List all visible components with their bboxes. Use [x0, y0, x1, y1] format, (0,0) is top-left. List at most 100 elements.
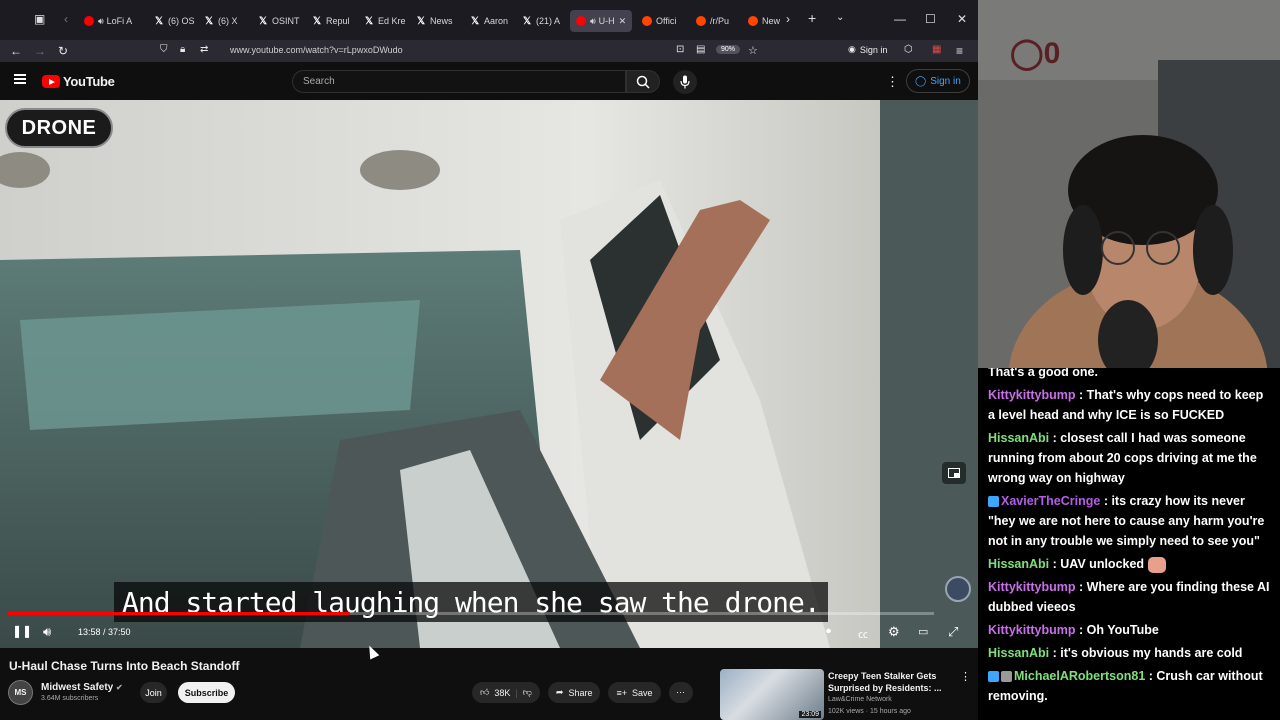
- recommended-video-title[interactable]: Creepy Teen Stalker Gets Surprised by Re…: [828, 670, 948, 694]
- pause-icon[interactable]: ❚❚: [12, 624, 32, 638]
- more-actions-icon[interactable]: ⋯: [668, 682, 693, 703]
- chat-username[interactable]: HissanAbi: [988, 557, 1049, 571]
- video-player[interactable]: DRONE And started laughing when she saw …: [0, 100, 978, 648]
- youtube-logo[interactable]: YouTube: [42, 74, 115, 89]
- subscribe-button[interactable]: Subscribe: [178, 682, 235, 703]
- picture-icon[interactable]: ⊡: [676, 44, 684, 55]
- chat-message: HissanAbi : UAV unlocked: [988, 554, 1270, 574]
- captions-icon[interactable]: ㏄: [858, 626, 868, 641]
- settings-more-icon[interactable]: ⋮: [886, 74, 899, 90]
- browser-tab[interactable]: 𝕏 News: [416, 10, 460, 32]
- chat-username[interactable]: Kittykittybump: [988, 580, 1076, 594]
- browser-tab-label: (6) X: [218, 16, 238, 26]
- browser-window: ▣ ‹ 🔊︎ LoFi A 𝕏 (6) OS 𝕏 (6) X 𝕏 OSINT 𝕏 Repul 𝕏 Ed…: [0, 0, 978, 720]
- tab-audio-icon[interactable]: 🔊︎: [590, 16, 596, 27]
- browser-sign-in[interactable]: ◉ Sign in: [848, 44, 887, 55]
- tab-scroll-left-icon[interactable]: ‹: [64, 12, 68, 26]
- shield-icon[interactable]: ⛉: [160, 44, 168, 55]
- autoplay-toggle-icon[interactable]: ⏺: [826, 626, 831, 637]
- volume-icon[interactable]: 🔊︎: [43, 624, 51, 640]
- fullscreen-icon[interactable]: ⤢: [948, 624, 958, 640]
- browser-tab[interactable]: 𝕏 (6) X: [204, 10, 248, 32]
- browser-menu-icon[interactable]: ≡: [956, 44, 963, 58]
- browser-tab[interactable]: 𝕏 OSINT: [258, 10, 302, 32]
- browser-tab[interactable]: 𝕏 (21) A: [522, 10, 566, 32]
- browser-tab[interactable]: 𝕏 Repul: [312, 10, 356, 32]
- hamburger-menu-icon[interactable]: [14, 74, 26, 84]
- chat-text: Oh YouTube: [1086, 623, 1159, 637]
- voice-search-button[interactable]: [673, 70, 697, 94]
- progress-bar[interactable]: [8, 612, 934, 615]
- new-tab-icon[interactable]: +: [808, 10, 816, 26]
- recommended-video-thumbnail[interactable]: 23:09: [720, 669, 824, 720]
- browser-tab-label: OSINT: [272, 16, 300, 26]
- thumbs-down-icon[interactable]: 👎︎: [523, 687, 532, 698]
- channel-watermark[interactable]: [945, 576, 971, 602]
- maximize-icon[interactable]: ☐: [925, 12, 936, 26]
- browser-tab-label: (6) OS: [168, 16, 195, 26]
- forward-icon[interactable]: →: [34, 44, 46, 58]
- reader-icon[interactable]: ▤: [696, 44, 705, 55]
- chat-username[interactable]: Kittykittybump: [988, 388, 1076, 402]
- tab-overview-icon[interactable]: ▣: [34, 12, 45, 26]
- chat-text: it's obvious my hands are cold: [1060, 646, 1243, 660]
- recommended-video-menu-icon[interactable]: ⋮: [960, 670, 971, 683]
- chat-text: That's a good one.: [988, 368, 1098, 379]
- channel-name-text: Midwest Safety: [41, 682, 114, 693]
- share-button[interactable]: ➦ Share: [547, 682, 601, 703]
- close-tab-icon[interactable]: ✕: [619, 16, 627, 27]
- browser-tab-label: U-H: [598, 16, 615, 26]
- channel-name[interactable]: Midwest Safety ✔: [41, 682, 123, 693]
- browser-tab[interactable]: Offici: [642, 10, 686, 32]
- reload-icon[interactable]: ↻: [58, 44, 68, 58]
- share-label: Share: [568, 687, 593, 698]
- search-button[interactable]: [626, 70, 660, 93]
- recommended-video-channel[interactable]: Law&Crime Network: [828, 696, 892, 703]
- browser-tab[interactable]: 🔊︎ LoFi A: [84, 10, 142, 32]
- browser-tab[interactable]: 𝕏 (6) OS: [154, 10, 198, 32]
- lock-icon[interactable]: 🔒︎: [180, 44, 185, 55]
- browser-tab[interactable]: New: [748, 10, 782, 32]
- browser-tab[interactable]: 𝕏 Ed Kre: [364, 10, 408, 32]
- miniplayer-icon[interactable]: [942, 462, 966, 484]
- extensions-icon[interactable]: ⬡: [904, 44, 913, 55]
- settings-gear-icon[interactable]: ⚙: [888, 624, 900, 640]
- extension-badge-icon[interactable]: ▦: [932, 44, 941, 55]
- chat-username[interactable]: HissanAbi: [988, 431, 1049, 445]
- chat-username[interactable]: Kittykittybump: [988, 623, 1076, 637]
- chat-username[interactable]: XavierTheCringe: [1001, 494, 1100, 508]
- chat-badge-icon: [988, 496, 999, 508]
- close-window-icon[interactable]: ✕: [957, 12, 967, 26]
- search-input[interactable]: [293, 71, 625, 92]
- like-button[interactable]: 👍︎ 38K | 👎︎: [472, 682, 540, 703]
- chat-separator: :: [1075, 580, 1087, 594]
- theater-mode-icon[interactable]: ▭: [918, 625, 928, 638]
- save-button[interactable]: ≡+ Save: [608, 682, 661, 703]
- verified-icon: ✔: [116, 683, 123, 692]
- tab-audio-icon[interactable]: 🔊︎: [98, 16, 104, 27]
- join-button[interactable]: Join: [140, 682, 167, 703]
- browser-tab[interactable]: 🔊︎ U-H ✕: [570, 10, 632, 32]
- tab-list-icon[interactable]: ⌄: [836, 12, 844, 23]
- chat-emote-icon: [1148, 556, 1167, 573]
- minimize-icon[interactable]: —: [894, 12, 906, 26]
- chat-username[interactable]: MichaelARobertson81: [1014, 669, 1145, 683]
- reddit-favicon-icon: [748, 16, 758, 26]
- permissions-icon[interactable]: ⇄: [200, 44, 208, 55]
- chat-message: Kittykittybump : Oh YouTube: [988, 620, 1270, 640]
- youtube-sign-in-button[interactable]: ◯ Sign in: [906, 69, 970, 93]
- youtube-header: YouTube ⋮ ◯ Sign in: [0, 62, 978, 100]
- zoom-level[interactable]: 90%: [716, 45, 741, 54]
- player-controls: ❚❚ 🔊︎ 13:58 / 37:50 ⏺ ㏄ ⚙ ▭ ⤢: [0, 618, 978, 646]
- chat-username[interactable]: HissanAbi: [988, 646, 1049, 660]
- browser-tab[interactable]: 𝕏 Aaron: [470, 10, 514, 32]
- webcam-overlay: ◯0: [978, 0, 1280, 372]
- url-field[interactable]: www.youtube.com/watch?v=rLpwxoDWudo: [230, 45, 403, 55]
- browser-tab[interactable]: /r/Pu: [696, 10, 740, 32]
- bookmark-star-icon[interactable]: ☆: [748, 44, 758, 57]
- tab-scroll-right-icon[interactable]: ›: [786, 12, 790, 26]
- back-icon[interactable]: ←: [10, 44, 22, 58]
- recommended-video-meta: 102K views · 15 hours ago: [828, 708, 911, 715]
- video-title: U-Haul Chase Turns Into Beach Standoff: [9, 659, 240, 673]
- channel-avatar[interactable]: MS: [8, 680, 33, 705]
